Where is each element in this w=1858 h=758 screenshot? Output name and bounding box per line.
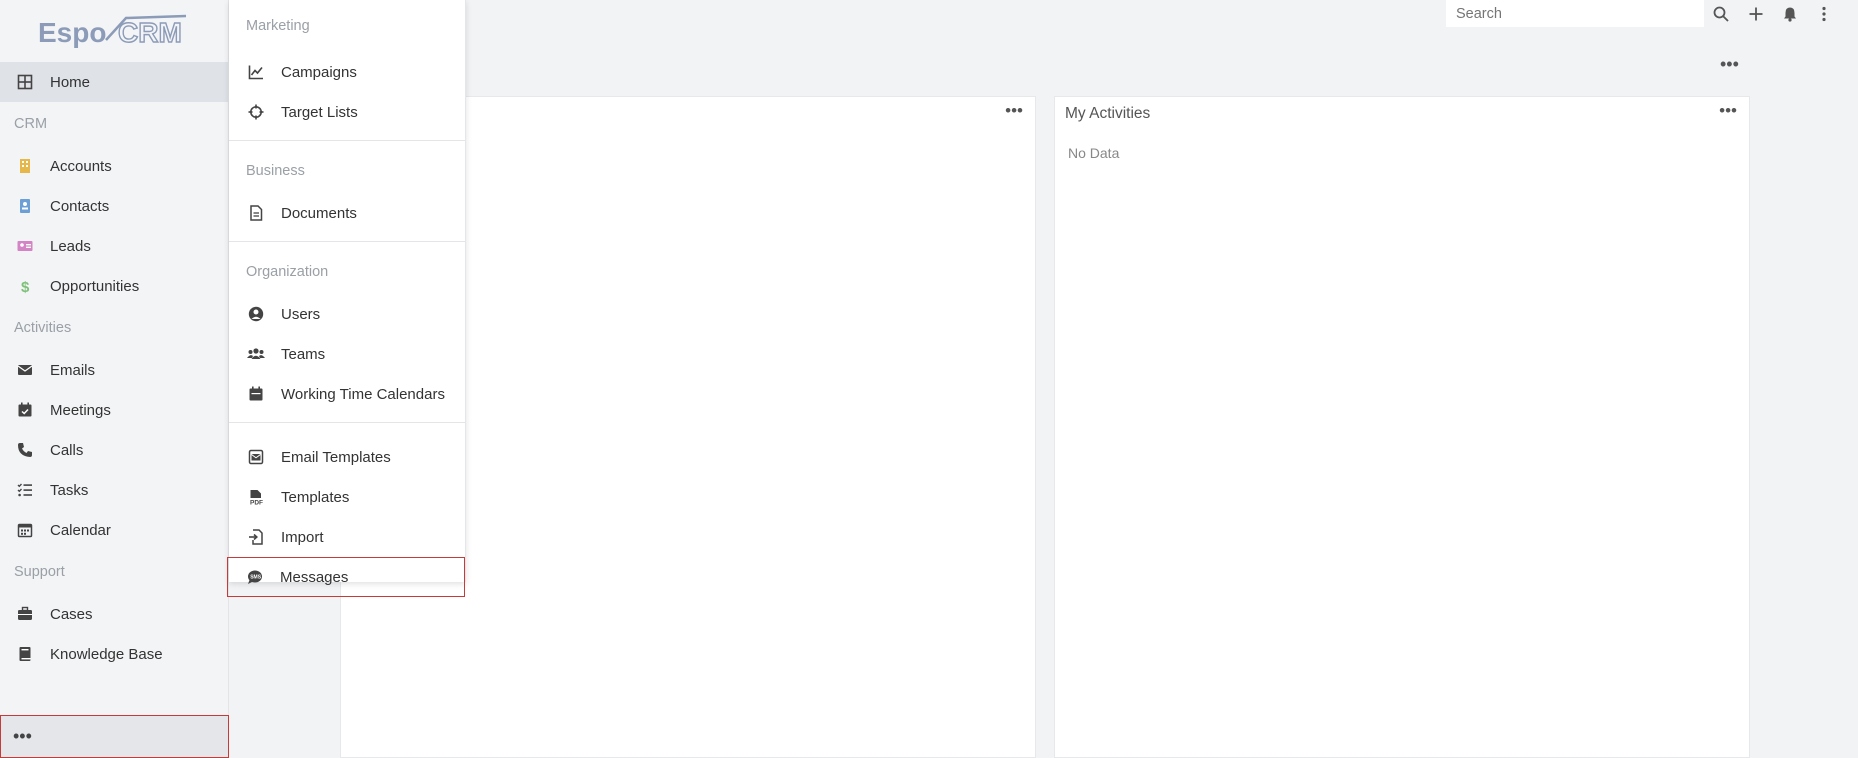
calendar-icon [14, 521, 36, 539]
contact-card-icon [14, 197, 36, 215]
sidebar-item-leads[interactable]: Leads [0, 226, 228, 266]
id-card-icon [14, 237, 36, 255]
dropdown-item-label: Messages [280, 568, 349, 586]
sidebar-item-accounts[interactable]: Accounts [0, 146, 228, 186]
search-icon[interactable] [1711, 4, 1731, 24]
sidebar-item-label: Calendar [50, 521, 111, 539]
file-import-icon [245, 528, 267, 546]
sidebar-item-contacts[interactable]: Contacts [0, 186, 228, 226]
sidebar-item-label: Accounts [50, 157, 112, 175]
svg-text:CRM: CRM [118, 17, 182, 48]
dashlet-my-activities: My Activities ••• No Data [1054, 96, 1750, 758]
dropdown-item-users[interactable]: Users [229, 294, 465, 334]
sidebar-item-label: Cases [50, 605, 93, 623]
sidebar-item-meetings[interactable]: Meetings [0, 390, 228, 430]
phone-icon [14, 441, 36, 459]
calendar-icon [245, 385, 267, 403]
bell-icon[interactable] [1780, 4, 1800, 24]
sidebar-item-opportunities[interactable]: $ Opportunities [0, 266, 228, 306]
sidebar-more-button[interactable]: ••• [0, 715, 229, 758]
dropdown-item-import[interactable]: Import [229, 517, 465, 557]
sidebar: Espo CRM Home CRM Accounts Contacts Lead… [0, 0, 229, 758]
sidebar-item-label: Meetings [50, 401, 111, 419]
sidebar-item-emails[interactable]: Emails [0, 350, 228, 390]
dropdown-item-label: Working Time Calendars [281, 385, 445, 403]
no-data-text: No Data [1068, 145, 1120, 161]
pdf-file-icon: PDF [245, 488, 267, 506]
vertical-dots-icon[interactable] [1814, 4, 1834, 24]
sidebar-item-label: Tasks [50, 481, 89, 499]
dropdown-group-marketing: Marketing [246, 18, 310, 34]
user-circle-icon [245, 305, 267, 323]
logo[interactable]: Espo CRM [0, 0, 228, 62]
file-icon [245, 204, 267, 222]
dropdown-divider [229, 422, 465, 423]
sidebar-item-label: Calls [50, 441, 84, 459]
dropdown-divider [229, 140, 465, 141]
envelope-square-icon [245, 448, 267, 466]
calendar-check-icon [14, 401, 36, 419]
crosshairs-icon [245, 103, 267, 121]
dropdown-item-documents[interactable]: Documents [229, 193, 465, 233]
dropdown-item-label: Email Templates [281, 448, 391, 466]
global-search-input[interactable] [1446, 0, 1704, 27]
sidebar-item-label: Knowledge Base [50, 645, 163, 663]
sidebar-item-calendar[interactable]: Calendar [0, 510, 228, 550]
sidebar-item-tasks[interactable]: Tasks [0, 470, 228, 510]
dropdown-item-target-lists[interactable]: Target Lists [229, 92, 465, 132]
sidebar-item-label: Home [50, 73, 91, 91]
sidebar-group-activities: Activities [14, 320, 72, 336]
dropdown-item-messages[interactable]: SMS Messages [227, 557, 465, 597]
svg-text:SMS: SMS [250, 574, 262, 580]
plus-icon[interactable] [1746, 4, 1766, 24]
dropdown-item-campaigns[interactable]: Campaigns [229, 52, 465, 92]
dropdown-group-organization: Organization [246, 264, 329, 280]
chart-line-icon [245, 63, 267, 81]
dropdown-item-teams[interactable]: Teams [229, 334, 465, 374]
dropdown-item-templates[interactable]: PDF Templates [229, 477, 465, 517]
dollar-icon: $ [14, 277, 36, 295]
dropdown-item-label: Users [281, 305, 321, 323]
more-tabs-dropdown: Marketing Campaigns Target Lists Busines… [227, 0, 466, 597]
dashlet-title: My Activities [1065, 105, 1151, 122]
sidebar-group-support: Support [14, 564, 65, 580]
dropdown-item-working-time-calendars[interactable]: Working Time Calendars [229, 374, 465, 414]
sidebar-item-calls[interactable]: Calls [0, 430, 228, 470]
svg-text:$: $ [21, 279, 30, 294]
dropdown-item-email-templates[interactable]: Email Templates [229, 437, 465, 477]
sidebar-item-label: Opportunities [50, 277, 140, 295]
dropdown-item-label: Documents [281, 204, 357, 222]
dropdown-item-label: Campaigns [281, 63, 357, 81]
building-icon [14, 157, 36, 175]
sidebar-item-knowledge-base[interactable]: Knowledge Base [0, 634, 228, 674]
sms-icon: SMS [244, 568, 266, 586]
sidebar-item-cases[interactable]: Cases [0, 594, 228, 634]
dropdown-group-business: Business [246, 163, 305, 179]
dropdown-item-label: Teams [281, 345, 326, 363]
dropdown-item-label: Target Lists [281, 103, 358, 121]
grid-icon [14, 73, 36, 91]
svg-text:PDF: PDF [250, 500, 263, 506]
sidebar-item-label: Leads [50, 237, 91, 255]
espocrm-logo-icon: Espo CRM [38, 14, 187, 49]
users-icon [245, 345, 267, 363]
dashlet-menu-button[interactable]: ••• [1719, 101, 1737, 121]
svg-text:Espo: Espo [38, 17, 106, 48]
list-check-icon [14, 481, 36, 499]
sidebar-item-label: Contacts [50, 197, 110, 215]
dropdown-item-label: Import [281, 528, 324, 546]
sidebar-item-label: Emails [50, 361, 96, 379]
dropdown-divider [229, 241, 465, 242]
dropdown-item-label: Templates [281, 488, 350, 506]
envelope-icon [14, 361, 36, 379]
dashboard-menu-button[interactable]: ••• [1720, 54, 1739, 75]
briefcase-icon [14, 605, 36, 623]
sidebar-item-home[interactable]: Home [0, 62, 228, 102]
sidebar-group-crm: CRM [14, 116, 48, 132]
dashlet-menu-button[interactable]: ••• [1005, 101, 1023, 121]
book-icon [14, 645, 36, 663]
